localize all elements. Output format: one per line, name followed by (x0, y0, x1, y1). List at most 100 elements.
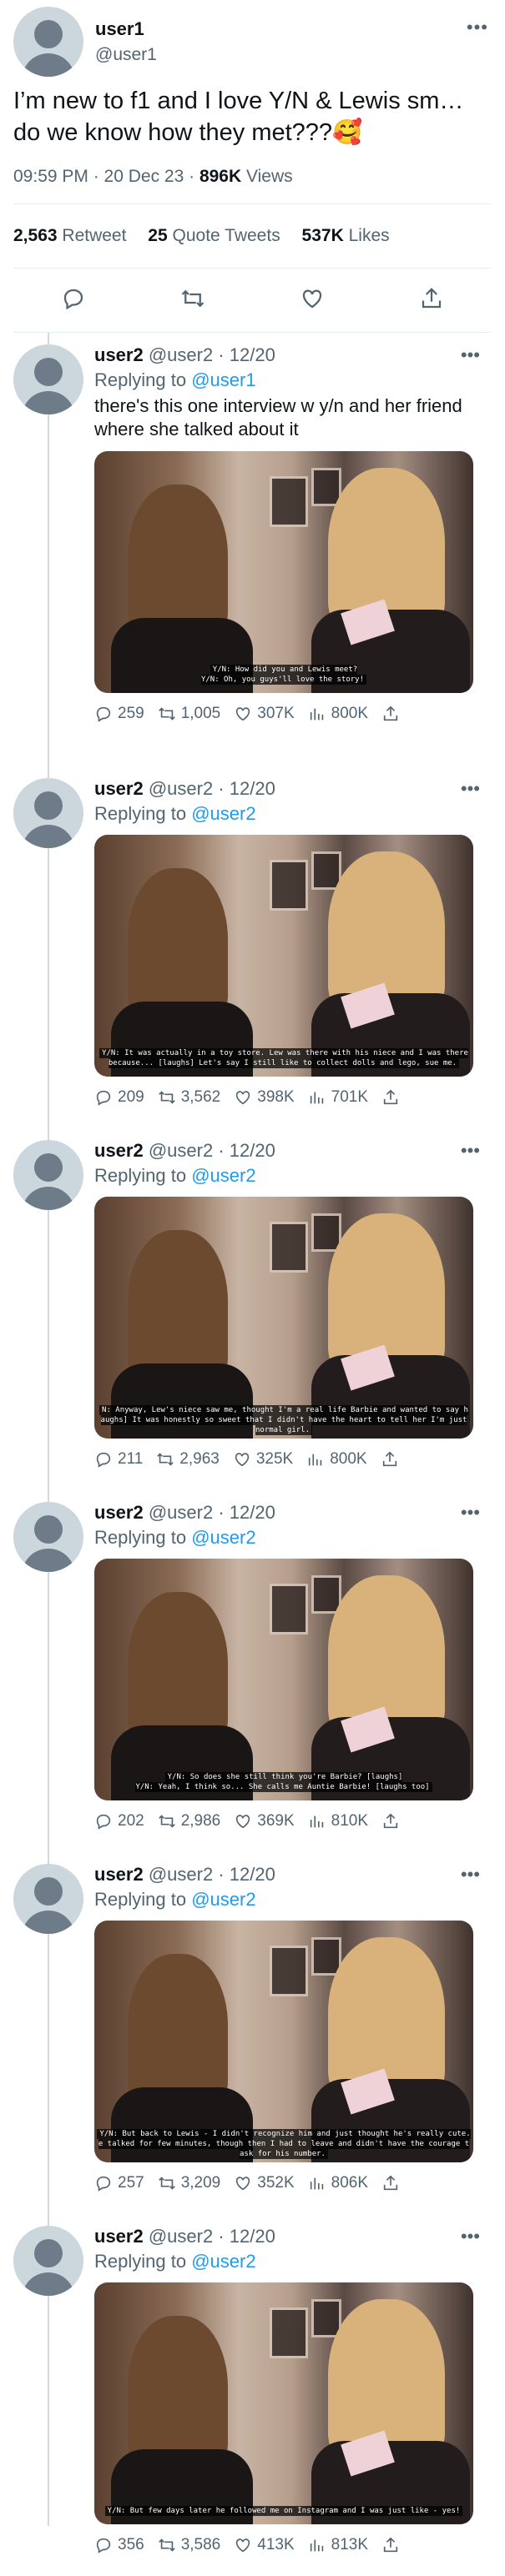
reply-actions: 209 3,562 398K 701K (94, 1088, 480, 1107)
avatar[interactable] (13, 2226, 83, 2296)
reply-author-name[interactable]: user2 (94, 1140, 144, 1161)
replying-to-mention[interactable]: @user1 (191, 369, 255, 390)
more-options-icon[interactable]: ••• (461, 344, 480, 366)
more-options-icon[interactable]: ••• (467, 17, 488, 38)
heart-icon (236, 1815, 250, 1829)
views-button[interactable]: 800K (308, 705, 368, 723)
heart-icon (236, 2177, 250, 2191)
reply-author-name[interactable]: user2 (94, 1502, 144, 1523)
retweet-button[interactable]: 3,586 (158, 2536, 220, 2554)
retweet-button[interactable]: 2,963 (156, 1450, 220, 1469)
reply-author-handle[interactable]: @user2 (149, 1502, 213, 1523)
avatar[interactable] (13, 778, 83, 848)
reply-button[interactable]: 259 (94, 705, 144, 723)
reply-header: user2 @user2 · 12/20 (94, 344, 480, 366)
reply-media-image[interactable]: Y/N: But back to Lewis - I didn't recogn… (94, 1921, 473, 2162)
reply-tweet[interactable]: user2 @user2 · 12/20 ••• Replying to @us… (0, 766, 505, 1128)
reply-button[interactable]: 356 (94, 2536, 144, 2554)
avatar[interactable] (13, 1502, 83, 1572)
share-button[interactable] (381, 1450, 404, 1469)
share-button[interactable] (381, 705, 405, 723)
views-button[interactable]: 701K (308, 1088, 368, 1107)
replying-to-mention[interactable]: @user2 (191, 1527, 255, 1548)
replying-to-mention[interactable]: @user2 (191, 803, 255, 824)
like-button[interactable] (300, 286, 325, 315)
retweet-button[interactable]: 3,209 (158, 2174, 220, 2192)
reply-button[interactable] (61, 286, 86, 315)
reply-author-name[interactable]: user2 (94, 1864, 144, 1885)
avatar[interactable] (13, 344, 83, 414)
retweet-button[interactable]: 1,005 (158, 705, 220, 723)
more-options-icon[interactable]: ••• (461, 1140, 480, 1162)
reply-author-handle[interactable]: @user2 (149, 778, 213, 799)
avatar[interactable] (13, 7, 83, 77)
views-button[interactable]: 800K (306, 1450, 367, 1469)
like-button[interactable]: 325K (233, 1450, 293, 1469)
reply-author-name[interactable]: user2 (94, 2226, 144, 2247)
retweet-button[interactable]: 3,562 (158, 1088, 220, 1107)
reply-header: user2 @user2 · 12/20 (94, 1140, 480, 1162)
views-button[interactable]: 813K (308, 2536, 368, 2554)
views-button[interactable]: 810K (308, 1812, 368, 1830)
share-button[interactable] (381, 2174, 405, 2192)
reply-tweet[interactable]: user2 @user2 · 12/20 ••• Replying to @us… (0, 1490, 505, 1852)
reply-author-handle[interactable]: @user2 (149, 2226, 213, 2247)
author-name[interactable]: user1 (95, 18, 157, 40)
reply-button[interactable]: 209 (94, 1088, 144, 1107)
more-options-icon[interactable]: ••• (461, 2226, 480, 2247)
reply-button[interactable]: 202 (94, 1812, 144, 1830)
replying-to-mention[interactable]: @user2 (191, 2251, 255, 2272)
retweet-button[interactable]: 2,986 (158, 1812, 220, 1830)
like-button[interactable]: 413K (234, 2536, 295, 2554)
reply-media-image[interactable]: Y/N: But few days later he followed me o… (94, 2282, 473, 2524)
reply-button[interactable]: 257 (94, 2174, 144, 2192)
reply-media-image[interactable]: Y/N: So does she still think you're Barb… (94, 1559, 473, 1800)
reply-tweet[interactable]: user2 @user2 · 12/20 ••• Replying to @us… (0, 2214, 505, 2576)
share-button[interactable] (419, 286, 444, 315)
reply-author-handle[interactable]: @user2 (149, 1864, 213, 1885)
quotes-stat[interactable]: 25 Quote Tweets (148, 226, 280, 245)
reply-tweet[interactable]: user2 @user2 · 12/20 ••• Replying to @us… (0, 333, 505, 766)
views-count: 810K (331, 1812, 368, 1830)
reply-icon (96, 1814, 111, 1830)
like-button[interactable]: 398K (234, 1088, 295, 1107)
reply-date[interactable]: · 12/20 (218, 778, 275, 799)
reply-date[interactable]: · 12/20 (218, 344, 275, 365)
avatar[interactable] (13, 1140, 83, 1210)
likes-stat[interactable]: 537K Likes (302, 226, 390, 245)
reply-media-image[interactable]: Y/N: It was actually in a toy store. Lew… (94, 835, 473, 1077)
retweets-stat[interactable]: 2,563 Retweet (13, 226, 126, 245)
share-button[interactable] (381, 1812, 405, 1830)
reply-author-name[interactable]: user2 (94, 344, 144, 365)
reply-date[interactable]: · 12/20 (218, 1502, 275, 1523)
replies-thread: user2 @user2 · 12/20 ••• Replying to @us… (0, 333, 505, 2576)
views-button[interactable]: 806K (308, 2174, 368, 2192)
like-button[interactable]: 369K (234, 1812, 295, 1830)
reply-author-name[interactable]: user2 (94, 778, 144, 799)
reply-media-image[interactable]: N: Anyway, Lew's niece saw me, thought I… (94, 1197, 473, 1439)
reply-date[interactable]: · 12/20 (218, 1864, 275, 1885)
reply-tweet[interactable]: user2 @user2 · 12/20 ••• Replying to @us… (0, 1852, 505, 2214)
reply-author-handle[interactable]: @user2 (149, 344, 213, 365)
more-options-icon[interactable]: ••• (461, 1864, 480, 1886)
reply-tweet[interactable]: user2 @user2 · 12/20 ••• Replying to @us… (0, 1128, 505, 1490)
retweet-button[interactable] (180, 286, 205, 315)
replying-to-mention[interactable]: @user2 (191, 1165, 255, 1186)
more-options-icon[interactable]: ••• (461, 1502, 480, 1524)
reply-date[interactable]: · 12/20 (218, 2226, 275, 2247)
more-options-icon[interactable]: ••• (461, 778, 480, 800)
avatar[interactable] (13, 1864, 83, 1934)
share-button[interactable] (381, 1088, 405, 1107)
views-count: 800K (330, 1450, 367, 1468)
reply-media-image[interactable]: Y/N: How did you and Lewis meet? Y/N: Oh… (94, 451, 473, 693)
like-button[interactable]: 307K (234, 705, 295, 723)
like-button[interactable]: 352K (234, 2174, 295, 2192)
reply-date[interactable]: · 12/20 (218, 1140, 275, 1161)
replying-to-mention[interactable]: @user2 (191, 1889, 255, 1910)
heart-icon (235, 1453, 250, 1467)
views-label: Views (246, 167, 293, 186)
author-handle[interactable]: @user1 (95, 45, 157, 65)
share-button[interactable] (381, 2536, 405, 2554)
reply-author-handle[interactable]: @user2 (149, 1140, 213, 1161)
reply-button[interactable]: 211 (94, 1450, 143, 1469)
